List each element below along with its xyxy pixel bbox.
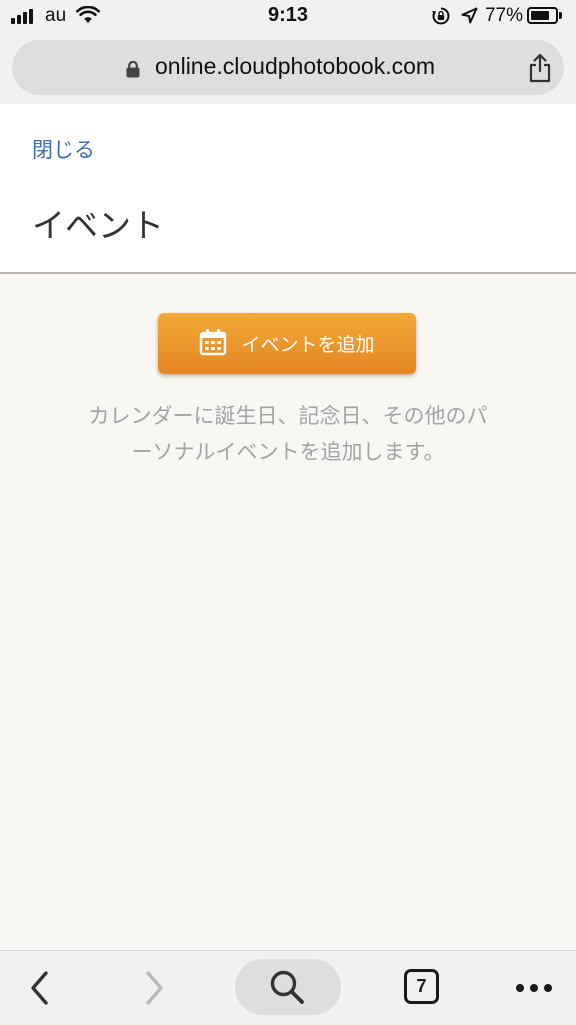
more-icon[interactable] <box>516 984 552 992</box>
share-icon[interactable] <box>528 53 552 87</box>
tabs-icon[interactable]: 7 <box>404 969 439 1004</box>
lock-icon <box>126 60 140 82</box>
forward-icon[interactable] <box>142 970 166 1010</box>
page-title: イベント <box>32 206 164 245</box>
add-event-label: イベントを追加 <box>241 335 375 356</box>
back-icon[interactable] <box>28 970 52 1010</box>
battery-percent: 77% <box>485 5 524 26</box>
search-icon <box>269 969 305 1009</box>
search-button[interactable] <box>235 959 341 1015</box>
rotation-lock-icon <box>431 6 451 30</box>
battery-icon <box>527 7 558 24</box>
close-link[interactable]: 閉じる <box>32 134 95 164</box>
page-header: 閉じる イベント <box>0 104 576 274</box>
browser-toolbar: 7 <box>0 950 576 1025</box>
address-bar[interactable]: online.cloudphotobook.com <box>12 40 564 95</box>
calendar-icon <box>199 328 227 359</box>
battery-tip <box>559 12 562 19</box>
battery-level-fill <box>531 11 549 20</box>
event-description: カレンダーに誕生日、記念日、その他のパーソナルイベントを追加します。 <box>88 404 488 464</box>
browser-address-area: online.cloudphotobook.com <box>0 32 576 104</box>
url-text: online.cloudphotobook.com <box>155 53 436 79</box>
location-arrow-icon <box>461 7 478 28</box>
add-event-button[interactable]: イベントを追加 <box>158 313 416 374</box>
status-bar: au 9:13 77% <box>0 0 576 32</box>
